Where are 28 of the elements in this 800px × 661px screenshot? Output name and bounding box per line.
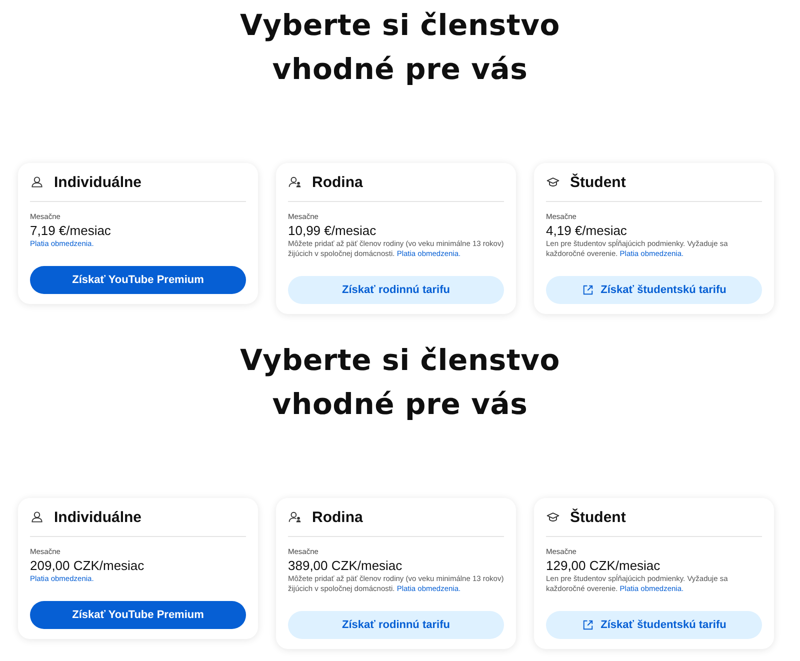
plan-button[interactable]: Získať rodinnú tarifu xyxy=(288,611,504,639)
plan-title: Študent xyxy=(570,508,626,526)
price: 10,99 €/mesiac xyxy=(288,223,378,238)
person-icon xyxy=(30,510,44,524)
plan-button[interactable]: Získať rodinnú tarifu xyxy=(288,276,504,304)
price: 129,00 CZK/mesiac xyxy=(546,558,662,573)
graduation-cap-icon xyxy=(546,175,560,189)
plan-button[interactable]: Získať študentskú tarifu xyxy=(546,276,762,304)
external-link-icon xyxy=(582,619,594,631)
price: 389,00 CZK/mesiac xyxy=(288,558,404,573)
people-icon xyxy=(288,175,302,189)
price: 209,00 CZK/mesiac xyxy=(30,558,146,573)
people-icon xyxy=(288,510,302,524)
plan-title: Rodina xyxy=(312,508,363,526)
plan-button[interactable]: Získať YouTube Premium xyxy=(30,601,246,629)
plan-title: Individuálne xyxy=(54,174,142,190)
person-icon xyxy=(30,175,44,189)
plan-title: Rodina xyxy=(312,174,363,190)
plan-title: Individuálne xyxy=(54,508,142,526)
plan-button[interactable]: Získať YouTube Premium xyxy=(30,266,246,294)
page-heading: Vyberte si členstvo vhodné pre vás xyxy=(238,342,562,423)
graduation-cap-icon xyxy=(546,510,560,524)
page-heading: Vyberte si členstvo vhodné pre vás xyxy=(238,7,562,88)
plan-title: Študent xyxy=(570,174,626,190)
price: 7,19 €/mesiac xyxy=(30,223,112,238)
external-link-icon xyxy=(582,284,594,296)
price: 4,19 €/mesiac xyxy=(546,223,628,238)
plan-button[interactable]: Získať študentskú tarifu xyxy=(546,611,762,639)
